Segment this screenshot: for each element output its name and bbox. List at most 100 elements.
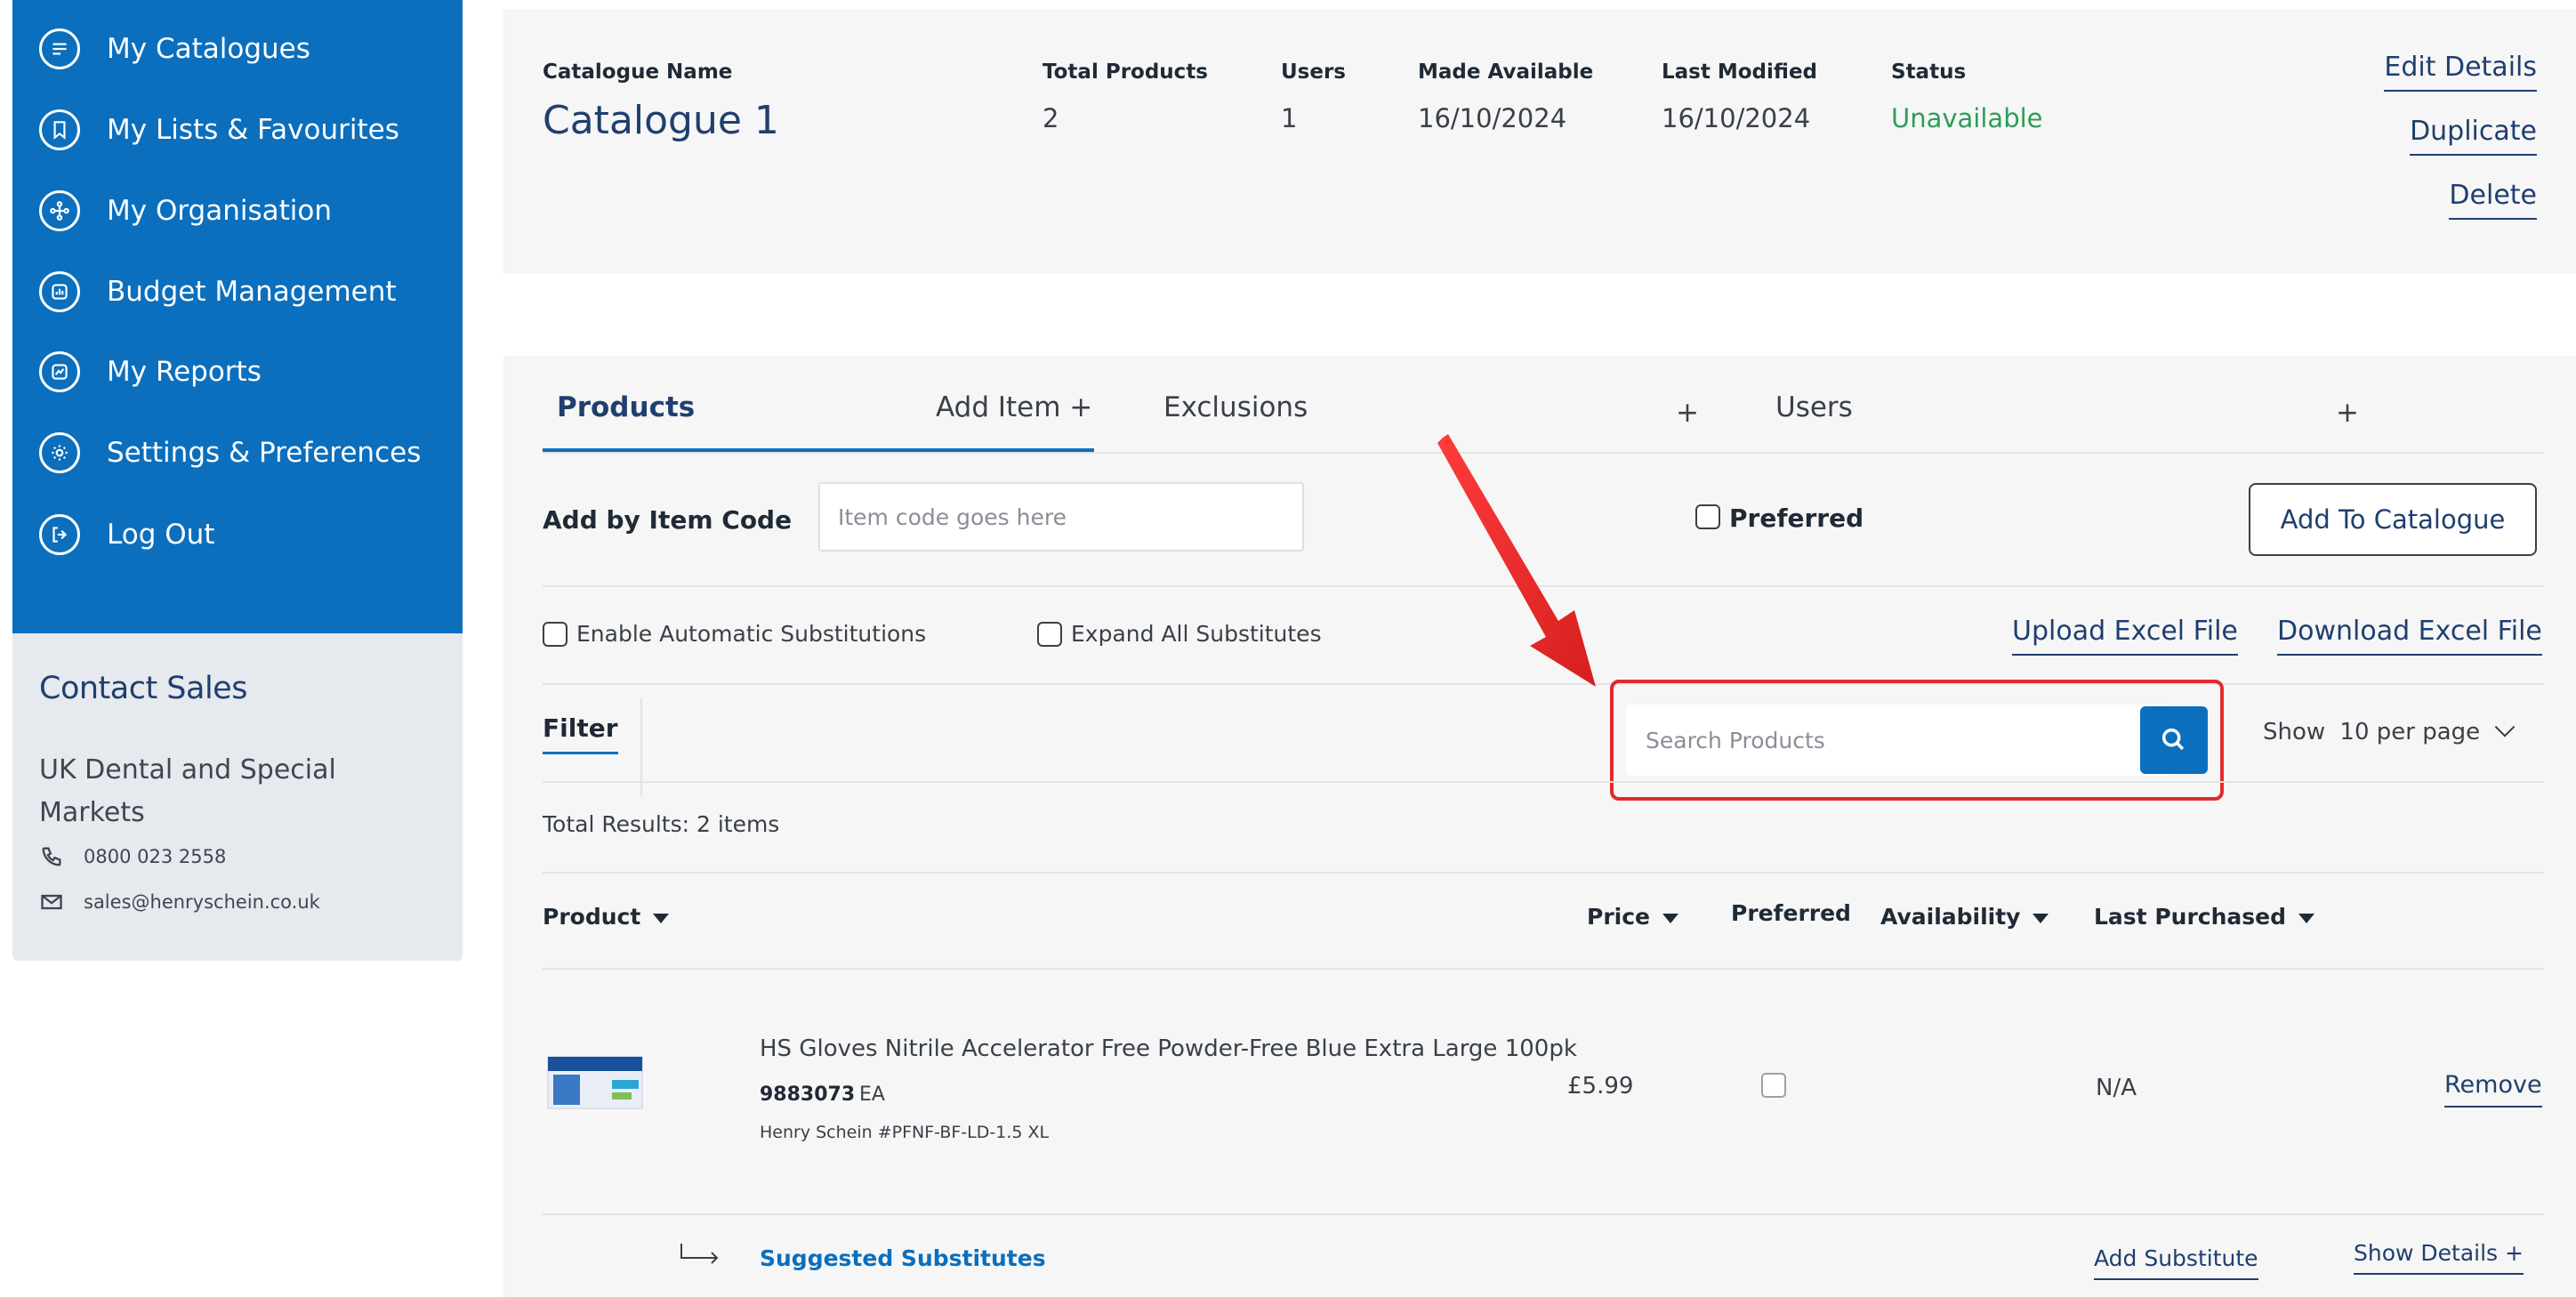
duplicate-link[interactable]: Duplicate [2410, 116, 2537, 156]
email-address: sales@henryschein.co.uk [84, 891, 320, 913]
logout-icon [39, 514, 80, 555]
total-products-column: Total Products 2 [1042, 60, 1208, 133]
sidebar-nav: My Catalogues My Lists & Favourites My O… [12, 0, 463, 633]
row-divider [543, 1213, 2544, 1215]
table-header-divider [543, 968, 2544, 970]
product-unit: EA [859, 1084, 885, 1106]
filter-button[interactable]: Filter [543, 713, 618, 754]
users-header: Users [1281, 60, 1346, 84]
sidebar-item-label: My Lists & Favourites [107, 114, 399, 146]
contact-description: UK Dental and Special Markets [39, 754, 336, 828]
sidebar-item-log-out[interactable]: Log Out [39, 510, 457, 560]
total-products-header: Total Products [1042, 60, 1208, 84]
edit-details-link[interactable]: Edit Details [2384, 52, 2537, 92]
exclusions-expand-icon[interactable]: + [1676, 397, 1699, 429]
sidebar-item-label: Settings & Preferences [107, 437, 422, 469]
last-modified-value: 16/10/2024 [1662, 103, 1811, 133]
column-header-label: Product [543, 904, 641, 930]
remove-link[interactable]: Remove [2444, 1071, 2542, 1108]
mail-icon [41, 894, 62, 910]
column-header-price[interactable]: Price [1587, 904, 1678, 930]
sidebar-item-label: My Organisation [107, 195, 333, 227]
made-available-header: Made Available [1418, 60, 1594, 84]
sidebar-item-settings[interactable]: Settings & Preferences [39, 428, 457, 478]
made-available-value: 16/10/2024 [1418, 103, 1567, 133]
section-divider [543, 781, 2544, 783]
add-to-catalogue-button[interactable]: Add To Catalogue [2249, 483, 2537, 556]
suggested-substitutes-link[interactable]: Suggested Substitutes [760, 1245, 1046, 1271]
sidebar-item-label: My Catalogues [107, 33, 310, 65]
sidebar-item-label: Budget Management [107, 276, 397, 308]
users-value: 1 [1281, 103, 1298, 133]
preferred-checkbox[interactable] [1695, 504, 1720, 529]
users-expand-icon[interactable]: + [2336, 397, 2359, 429]
tab-products[interactable]: Products [557, 391, 695, 423]
column-header-availability[interactable]: Availability [1880, 904, 2049, 930]
status-header: Status [1891, 60, 1967, 84]
column-header-last-purchased[interactable]: Last Purchased [2094, 904, 2315, 930]
sort-caret-icon [2033, 913, 2049, 923]
sidebar-item-label: My Reports [107, 356, 262, 388]
status-column: Status Unavailable [1891, 60, 2043, 133]
chevron-down-icon [2495, 717, 2516, 737]
add-by-item-code-label: Add by Item Code [543, 505, 793, 535]
contact-title: Contact Sales [39, 671, 247, 706]
sort-caret-icon [653, 913, 670, 923]
auto-substitutions-checkbox[interactable] [543, 622, 568, 647]
users-column: Users 1 [1281, 60, 1346, 133]
upload-excel-link[interactable]: Upload Excel File [2012, 616, 2238, 656]
add-substitute-link[interactable]: Add Substitute [2094, 1245, 2258, 1280]
expand-substitutes-checkbox[interactable] [1037, 622, 1062, 647]
column-header-label: Availability [1880, 904, 2021, 930]
catalogue-name-header: Catalogue Name [543, 60, 733, 84]
product-name[interactable]: HS Gloves Nitrile Accelerator Free Powde… [760, 1035, 1577, 1062]
catalogue-summary-card: Catalogue Name Catalogue 1 Total Product… [503, 9, 2576, 274]
sort-caret-icon [2298, 913, 2315, 923]
column-header-preferred: Preferred [1731, 900, 1851, 926]
line-chart-icon [39, 351, 80, 392]
sidebar-item-my-lists[interactable]: My Lists & Favourites [39, 105, 457, 155]
preferred-row-checkbox[interactable] [1761, 1073, 1786, 1098]
sidebar-item-my-organisation[interactable]: My Organisation [39, 186, 457, 236]
column-header-label: Last Purchased [2094, 904, 2287, 930]
sidebar-item-label: Log Out [107, 519, 215, 551]
sidebar-item-my-reports[interactable]: My Reports [39, 347, 457, 397]
sidebar-item-my-catalogues[interactable]: My Catalogues [39, 24, 457, 74]
item-code-input[interactable]: Item code goes here [818, 482, 1304, 552]
expand-substitutes-label: Expand All Substitutes [1071, 621, 1322, 647]
annotation-arrow [1437, 434, 1596, 687]
gear-icon [39, 432, 80, 473]
column-header-product[interactable]: Product [543, 904, 670, 930]
preferred-label: Preferred [1729, 503, 1864, 533]
total-results: Total Results: 2 items [543, 811, 780, 837]
sort-caret-icon [1662, 913, 1678, 923]
tab-users[interactable]: Users [1775, 391, 1853, 423]
product-code: 9883073 [760, 1084, 856, 1106]
contact-phone[interactable]: 0800 023 2558 [39, 844, 226, 869]
bar-chart-icon [39, 271, 80, 312]
per-page-value: 10 per page [2339, 719, 2481, 745]
sidebar-item-budget-management[interactable]: Budget Management [39, 267, 457, 317]
show-label: Show [2263, 719, 2326, 745]
arrow-return-icon [680, 1244, 719, 1264]
last-purchased-value: N/A [2096, 1075, 2137, 1101]
tab-add-item[interactable]: Add Item + [936, 391, 1092, 423]
bookmark-icon [39, 109, 80, 150]
list-icon [39, 28, 80, 69]
show-details-link[interactable]: Show Details + [2354, 1240, 2524, 1275]
catalogue-name-column: Catalogue Name Catalogue 1 [543, 60, 779, 143]
product-image [547, 1056, 643, 1109]
status-badge: Unavailable [1891, 103, 2043, 133]
total-products-value: 2 [1042, 103, 1059, 133]
org-chart-icon [39, 190, 80, 231]
column-header-label: Price [1587, 904, 1650, 930]
contact-sales-panel: Contact Sales UK Dental and Special Mark… [12, 633, 463, 961]
section-divider [543, 872, 2544, 874]
tab-exclusions[interactable]: Exclusions [1163, 391, 1308, 423]
last-modified-column: Last Modified 16/10/2024 [1662, 60, 1817, 133]
per-page-select[interactable]: Show 10 per page [2263, 717, 2516, 745]
download-excel-link[interactable]: Download Excel File [2277, 616, 2542, 656]
delete-link[interactable]: Delete [2449, 180, 2537, 220]
auto-substitutions-label: Enable Automatic Substitutions [576, 621, 927, 647]
contact-email[interactable]: sales@henryschein.co.uk [39, 890, 320, 914]
